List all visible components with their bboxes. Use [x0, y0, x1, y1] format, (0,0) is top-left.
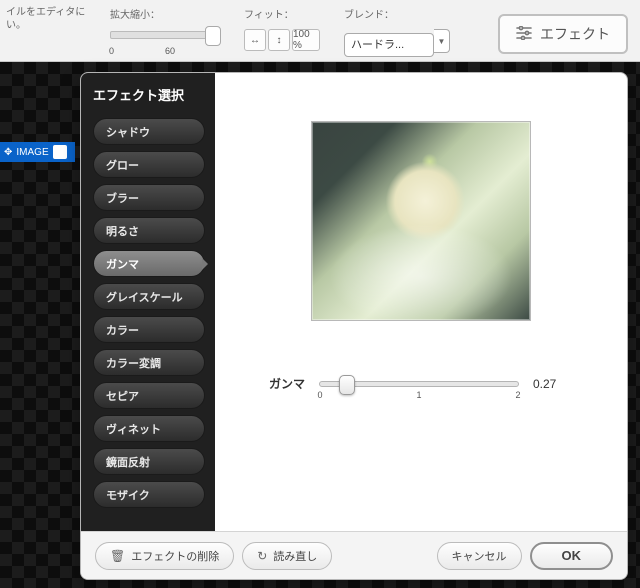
gamma-control-row: ガンマ 0 1 2 0.27	[235, 375, 607, 392]
zoom-slider[interactable]: 0 60	[110, 31, 220, 39]
effect-item-3[interactable]: 明るさ	[93, 217, 205, 244]
gamma-tick-mid: 1	[416, 390, 421, 400]
reload-icon: ↻	[257, 549, 267, 563]
effect-item-2[interactable]: ブラー	[93, 184, 205, 211]
zoom-min: 0	[109, 46, 114, 56]
effect-sidebar: エフェクト選択 シャドウグローブラー明るさガンマグレイスケールカラーカラー変調セ…	[81, 73, 215, 531]
fit-section: フィット： ↔ ↕ 100 %	[244, 6, 320, 51]
fit-vertical-button[interactable]: ↕	[268, 29, 290, 51]
zoom-value: 60	[165, 46, 175, 56]
effect-button-label: エフェクト	[540, 24, 610, 44]
zoom-label: 拡大縮小：	[110, 6, 220, 21]
zoom-section: 拡大縮小： 0 60	[110, 6, 220, 39]
sliders-icon	[516, 26, 532, 43]
effect-item-4[interactable]: ガンマ	[93, 250, 205, 277]
effect-item-7[interactable]: カラー変調	[93, 349, 205, 376]
gamma-tick-max: 2	[515, 390, 520, 400]
effect-dialog: エフェクト選択 シャドウグローブラー明るさガンマグレイスケールカラーカラー変調セ…	[80, 72, 628, 580]
reload-button[interactable]: ↻ 読み直し	[242, 542, 332, 570]
ok-button[interactable]: OK	[530, 542, 614, 570]
effect-panel: ガンマ 0 1 2 0.27	[215, 73, 627, 531]
intro-text: イルをエディタに い。	[6, 6, 86, 32]
dialog-footer: 🗑 エフェクトの削除 ↻ 読み直し キャンセル OK	[81, 531, 627, 579]
cancel-button[interactable]: キャンセル	[437, 542, 522, 570]
ok-label: OK	[562, 548, 582, 563]
preview-image	[311, 121, 531, 321]
effect-item-1[interactable]: グロー	[93, 151, 205, 178]
delete-effect-button[interactable]: 🗑 エフェクトの削除	[95, 542, 234, 570]
reload-label: 読み直し	[273, 548, 317, 564]
gamma-value: 0.27	[533, 377, 573, 391]
pencil-icon[interactable]	[53, 145, 67, 159]
fit-horizontal-button[interactable]: ↔	[244, 29, 266, 51]
image-tag[interactable]: ✥ IMAGE	[0, 142, 75, 162]
chevron-down-icon[interactable]: ▼	[434, 29, 450, 53]
gamma-slider[interactable]: 0 1 2	[319, 381, 519, 387]
image-tag-label: IMAGE	[16, 147, 48, 158]
gamma-label: ガンマ	[269, 375, 305, 392]
move-icon: ✥	[4, 147, 12, 158]
effect-item-8[interactable]: セピア	[93, 382, 205, 409]
cancel-label: キャンセル	[452, 548, 507, 564]
fit-label: フィット：	[244, 6, 320, 21]
effect-item-10[interactable]: 鏡面反射	[93, 448, 205, 475]
gamma-slider-thumb[interactable]	[339, 375, 355, 395]
delete-effect-label: エフェクトの削除	[131, 548, 219, 564]
effect-list[interactable]: シャドウグローブラー明るさガンマグレイスケールカラーカラー変調セピアヴィネット鏡…	[93, 118, 215, 508]
blend-section: ブレンド： ハードラ... ▼	[344, 6, 450, 57]
trash-icon: 🗑	[110, 549, 125, 563]
fit-100-button[interactable]: 100 %	[292, 29, 320, 51]
blend-select[interactable]: ハードラ...	[344, 33, 434, 57]
dialog-title: エフェクト選択	[93, 85, 215, 104]
gamma-tick-min: 0	[317, 390, 322, 400]
zoom-slider-thumb[interactable]	[205, 26, 221, 46]
effect-item-0[interactable]: シャドウ	[93, 118, 205, 145]
top-toolbar: イルをエディタに い。 拡大縮小： 0 60 フィット： ↔ ↕ 100 % ブ…	[0, 0, 640, 62]
effect-button[interactable]: エフェクト	[498, 14, 628, 54]
effect-item-9[interactable]: ヴィネット	[93, 415, 205, 442]
effect-item-6[interactable]: カラー	[93, 316, 205, 343]
effect-item-11[interactable]: モザイク	[93, 481, 205, 508]
blend-label: ブレンド：	[344, 6, 450, 21]
effect-item-5[interactable]: グレイスケール	[93, 283, 205, 310]
